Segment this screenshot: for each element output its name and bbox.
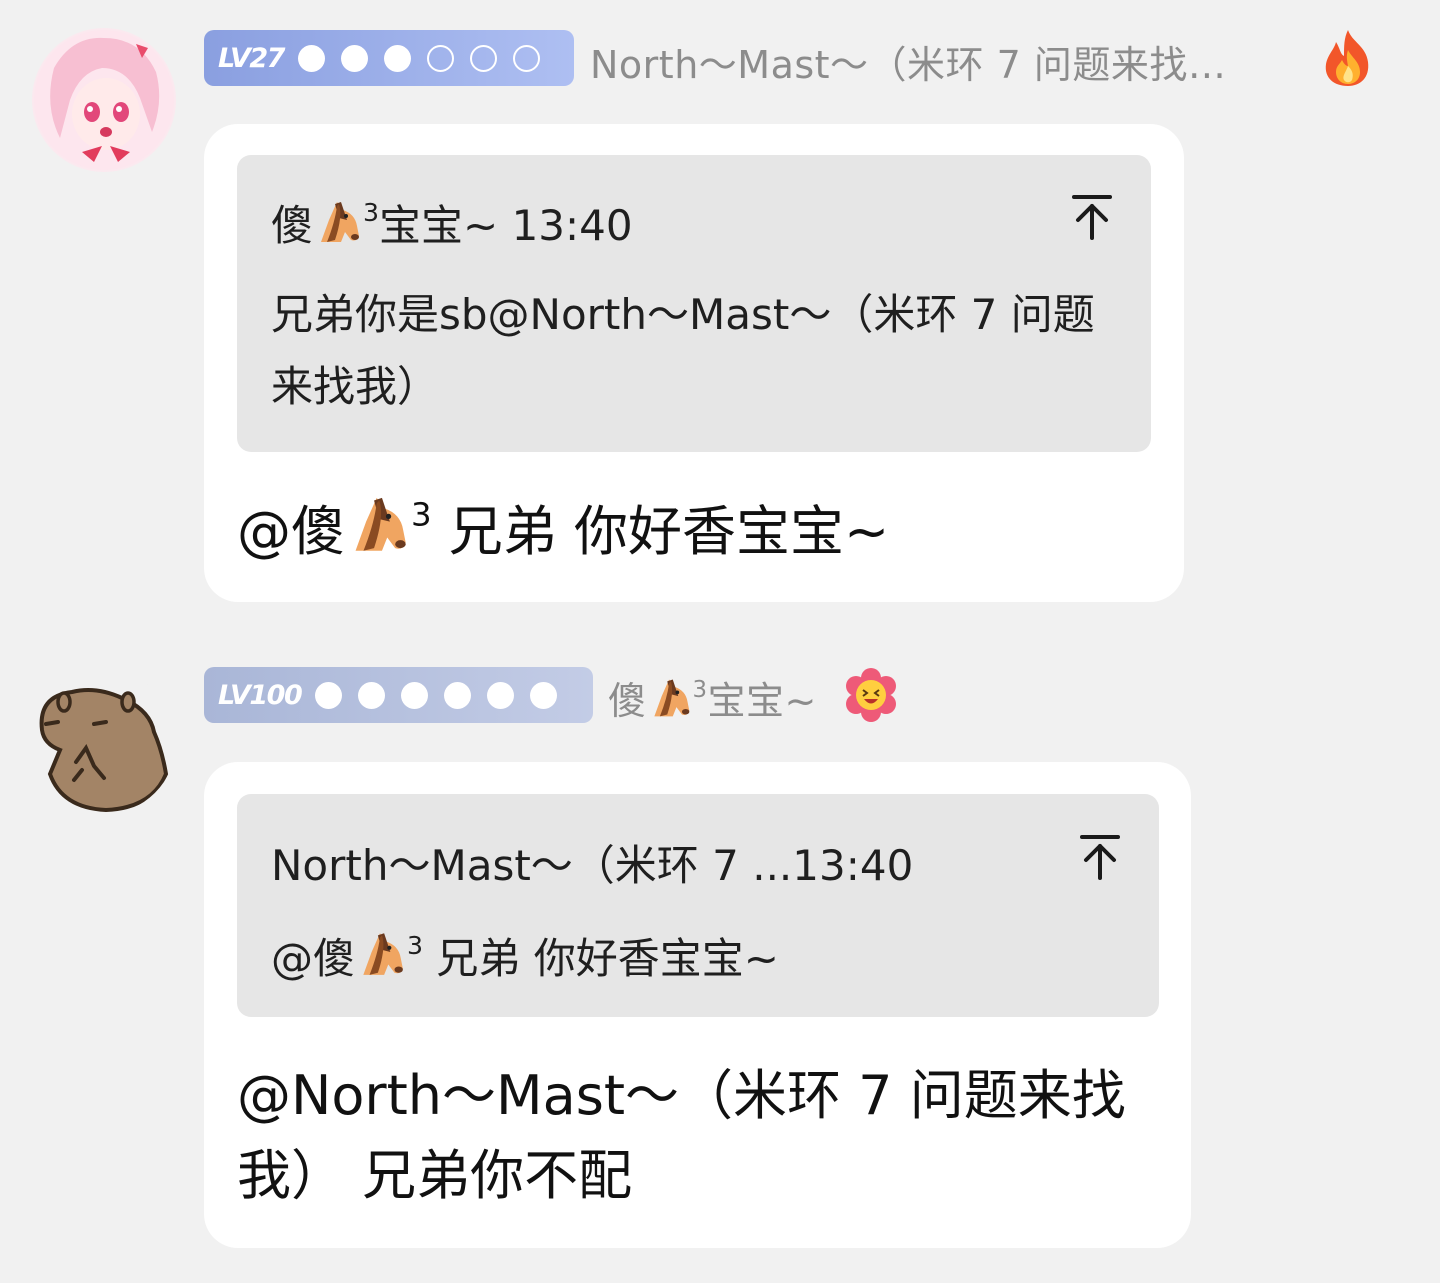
horse-emoji-icon (355, 927, 407, 989)
horse-emoji-icon (345, 490, 411, 578)
avatar-anime-girl[interactable] (32, 28, 176, 172)
level-badge[interactable]: LV100 (204, 667, 593, 723)
quote-text-body: 兄弟 你好香宝宝~ (423, 934, 779, 983)
level-dot-empty (512, 44, 540, 72)
level-dot-filled (297, 44, 325, 72)
horse-emoji-icon (313, 196, 363, 256)
sender-name-sup: 3 (692, 676, 708, 703)
quote-mention-prefix: @傻 (271, 934, 356, 983)
jump-to-original-icon[interactable] (1080, 834, 1120, 880)
quote-author: 傻 3宝宝~ 13:40 (271, 192, 633, 256)
sender-name[interactable]: 傻 3宝宝~ (608, 670, 817, 729)
level-dot-empty (426, 44, 454, 72)
quote-text: @傻 3 兄弟 你好香宝宝~ (271, 925, 779, 989)
sender-name-prefix: 傻 (608, 679, 647, 723)
mention-sup: 3 (411, 495, 432, 534)
level-dot-empty (469, 44, 497, 72)
level-dot-filled (444, 681, 472, 709)
mention-prefix[interactable]: @傻 (237, 500, 345, 563)
jump-to-original-icon[interactable] (1072, 194, 1112, 240)
message-text: @North～Mast～（米环 7 问题来找我） 兄弟你不配 (237, 1064, 1126, 1207)
quote-author-suffix: 宝宝~ 13:40 (379, 201, 633, 250)
flower-laughing-icon (844, 668, 898, 722)
level-dot-filled (487, 681, 515, 709)
level-dots (315, 681, 558, 709)
avatar-capybara[interactable] (32, 670, 176, 814)
level-dots (297, 44, 540, 72)
quote-meta: North～Mast～（米环 7 ...13:40 (271, 841, 914, 890)
sender-name-suffix: 宝宝~ (707, 679, 817, 723)
level-text: LV100 (218, 679, 303, 711)
message-body: 兄弟 你好香宝宝~ (431, 500, 890, 563)
level-badge[interactable]: LV27 (204, 30, 574, 86)
level-dot-filled (401, 681, 429, 709)
quote-author-prefix: 傻 (271, 201, 314, 250)
level-text: LV27 (218, 42, 285, 74)
horse-emoji-icon (647, 674, 693, 729)
level-dot-filled (340, 44, 368, 72)
level-dot-filled (315, 681, 343, 709)
level-dot-filled (530, 681, 558, 709)
fire-icon (1320, 28, 1376, 88)
level-dot-filled (358, 681, 386, 709)
level-dot-filled (383, 44, 411, 72)
sender-name[interactable]: North～Mast～（米环 7 问题来找… (590, 34, 1226, 89)
quote-mention-sup: 3 (407, 931, 424, 961)
message-text: @傻 3 兄弟 你好香宝宝~ (237, 490, 1157, 578)
quote-author-sup: 3 (363, 198, 380, 228)
quote-text: 兄弟你是sb@North～Mast～（米环 7 问题来找我） (271, 290, 1095, 411)
